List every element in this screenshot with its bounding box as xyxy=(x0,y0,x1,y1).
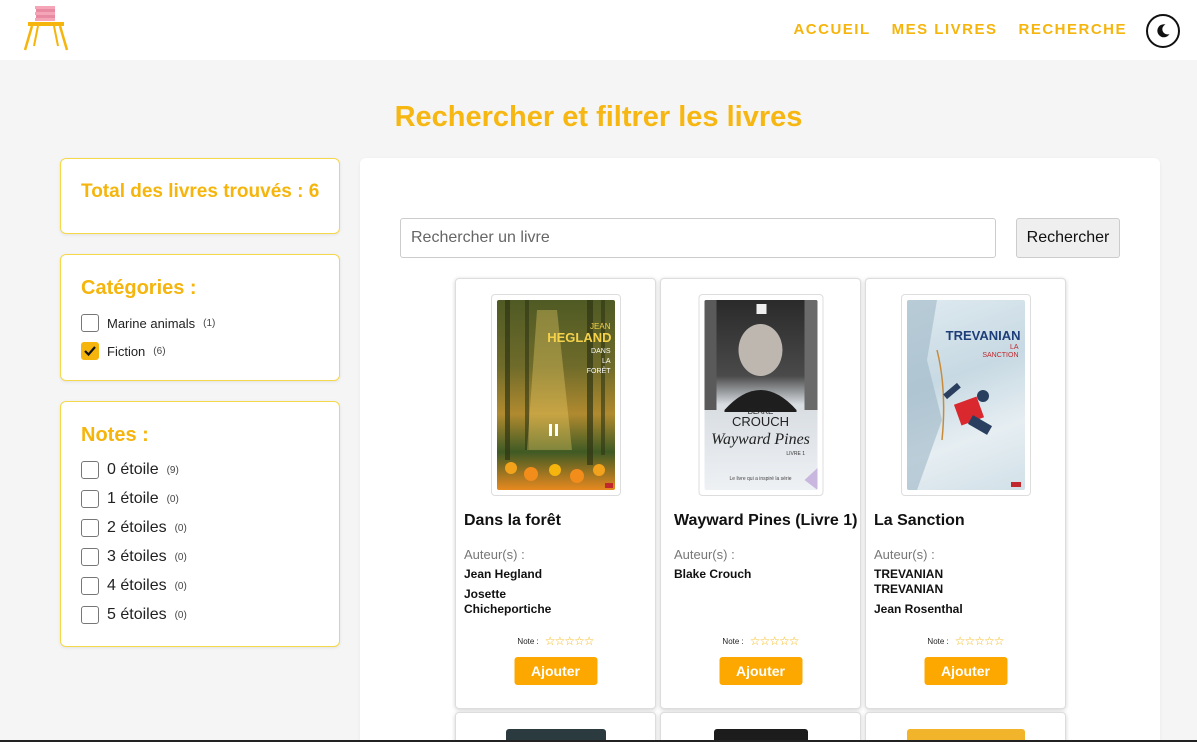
add-book-button[interactable]: Ajouter xyxy=(514,657,597,685)
authors-label: Auteur(s) : xyxy=(464,547,525,562)
checkbox[interactable] xyxy=(81,519,99,537)
note-label: 2 étoiles xyxy=(107,519,167,536)
checkmark-icon xyxy=(84,346,96,357)
checkbox[interactable] xyxy=(81,548,99,566)
author: Josette Chicheportiche xyxy=(464,587,552,616)
note-filter-4[interactable]: 4 étoiles (0) xyxy=(81,577,187,595)
book-cover[interactable]: BLAKE CROUCH Wayward Pines LIVRE 1 Le li… xyxy=(698,294,823,496)
cover-title: Wayward Pines xyxy=(711,431,810,448)
note-filter-2[interactable]: 2 étoiles (0) xyxy=(81,519,187,537)
cover-author: TREVANIAN xyxy=(945,328,1021,343)
book-title[interactable]: Wayward Pines (Livre 1) xyxy=(674,512,857,530)
note-label: Note : xyxy=(927,636,949,646)
author: Jean Hegland xyxy=(464,567,543,581)
notes-title: Notes : xyxy=(81,424,149,446)
bookshelf-logo-icon[interactable] xyxy=(22,6,70,52)
authors-list: Jean Hegland Josette Chicheportiche xyxy=(464,567,564,622)
categories-panel: Catégories : Marine animals (1) Fiction … xyxy=(60,254,340,381)
note-count: (9) xyxy=(166,464,179,476)
star-rating-icons[interactable]: ☆☆☆☆☆ xyxy=(545,634,595,648)
book-cover[interactable]: TREVANIAN LA SANCTION xyxy=(900,294,1031,496)
note-count: (0) xyxy=(174,609,187,621)
book-title[interactable]: La Sanction xyxy=(874,512,965,530)
authors-label: Auteur(s) : xyxy=(874,547,935,562)
author: TREVANIAN TREVANIAN xyxy=(874,567,944,596)
note-filter-5[interactable]: 5 étoiles (0) xyxy=(81,606,187,624)
author: Blake Crouch xyxy=(674,567,752,581)
note-label: Note : xyxy=(722,636,744,646)
note-count: (0) xyxy=(166,493,179,505)
notes-panel: Notes : 0 étoile (9) 1 étoile (0) 2 étoi… xyxy=(60,401,340,647)
nav-accueil[interactable]: ACCUEIL xyxy=(793,21,870,38)
note-filter-0[interactable]: 0 étoile (9) xyxy=(81,461,179,479)
authors-list: Blake Crouch xyxy=(674,567,751,587)
author: Jean Rosenthal xyxy=(874,602,963,616)
book-title[interactable]: Dans la forêt xyxy=(464,512,561,530)
note-label: 0 étoile xyxy=(107,461,159,478)
main-nav: ACCUEIL MES LIVRES RECHERCHE xyxy=(793,21,1127,38)
search-input[interactable] xyxy=(400,218,996,258)
book-card[interactable]: BLAKE CROUCH Wayward Pines LIVRE 1 Le li… xyxy=(660,278,861,709)
nav-mes-livres[interactable]: MES LIVRES xyxy=(892,21,998,38)
authors-list: TREVANIAN TREVANIAN Jean Rosenthal xyxy=(874,567,963,622)
authors-label: Auteur(s) : xyxy=(674,547,735,562)
theme-toggle-button[interactable] xyxy=(1146,14,1180,48)
book-cover[interactable]: JEAN HEGLAND DANS LA FORÊT xyxy=(490,294,621,496)
book-card[interactable] xyxy=(660,712,861,742)
category-filter-fiction[interactable]: Fiction (6) xyxy=(81,342,166,360)
checkbox[interactable] xyxy=(81,577,99,595)
rating: Note : ☆☆☆☆☆ xyxy=(866,634,1065,648)
cover-author: HEGLAND xyxy=(547,330,612,345)
rating: Note : ☆☆☆☆☆ xyxy=(661,634,860,648)
cover-subtitle: LIVRE 1 xyxy=(786,451,805,457)
category-label: Marine animals xyxy=(107,315,196,331)
cover-title: DANS LA FORÊT xyxy=(586,348,611,375)
add-book-button[interactable]: Ajouter xyxy=(719,657,802,685)
book-card[interactable] xyxy=(865,712,1066,742)
checkbox-checked[interactable] xyxy=(81,342,99,360)
total-panel: Total des livres trouvés : 6 xyxy=(60,158,340,234)
note-label: Note : xyxy=(517,636,539,646)
nav-recherche[interactable]: RECHERCHE xyxy=(1018,21,1127,38)
note-count: (0) xyxy=(174,551,187,563)
note-label: 1 étoile xyxy=(107,490,159,507)
search-button[interactable]: Rechercher xyxy=(1016,218,1120,258)
add-book-button[interactable]: Ajouter xyxy=(924,657,1007,685)
checkbox[interactable] xyxy=(81,606,99,624)
note-label: 5 étoiles xyxy=(107,606,167,623)
category-count: (1) xyxy=(203,317,216,329)
top-navbar: ACCUEIL MES LIVRES RECHERCHE xyxy=(0,0,1197,60)
category-label: Fiction xyxy=(107,343,146,359)
note-label: 4 étoiles xyxy=(107,577,167,594)
categories-title: Catégories : xyxy=(81,277,197,299)
category-count: (6) xyxy=(153,345,166,357)
book-card[interactable]: TREVANIAN LA SANCTION La Sanction Auteur(… xyxy=(865,278,1066,709)
moon-icon xyxy=(1157,24,1170,38)
checkbox[interactable] xyxy=(81,490,99,508)
cover-title: LA SANCTION xyxy=(982,344,1019,359)
star-rating-icons[interactable]: ☆☆☆☆☆ xyxy=(955,634,1005,648)
cover-tagline: Le livre qui a inspiré la série xyxy=(729,476,792,482)
checkbox[interactable] xyxy=(81,461,99,479)
page-title: Rechercher et filtrer les livres xyxy=(394,101,803,133)
category-filter-marine-animals[interactable]: Marine animals (1) xyxy=(81,314,215,332)
rating: Note : ☆☆☆☆☆ xyxy=(456,634,655,648)
note-count: (0) xyxy=(174,580,187,592)
note-filter-1[interactable]: 1 étoile (0) xyxy=(81,490,179,508)
star-rating-icons[interactable]: ☆☆☆☆☆ xyxy=(750,634,800,648)
note-label: 3 étoiles xyxy=(107,548,167,565)
total-label: Total des livres trouvés : 6 xyxy=(81,181,320,202)
note-count: (0) xyxy=(174,522,187,534)
note-filter-3[interactable]: 3 étoiles (0) xyxy=(81,548,187,566)
cover-author: CROUCH xyxy=(731,414,790,429)
checkbox[interactable] xyxy=(81,314,99,332)
book-card[interactable] xyxy=(455,712,656,742)
book-card[interactable]: JEAN HEGLAND DANS LA FORÊT Dans la forêt A… xyxy=(455,278,656,709)
